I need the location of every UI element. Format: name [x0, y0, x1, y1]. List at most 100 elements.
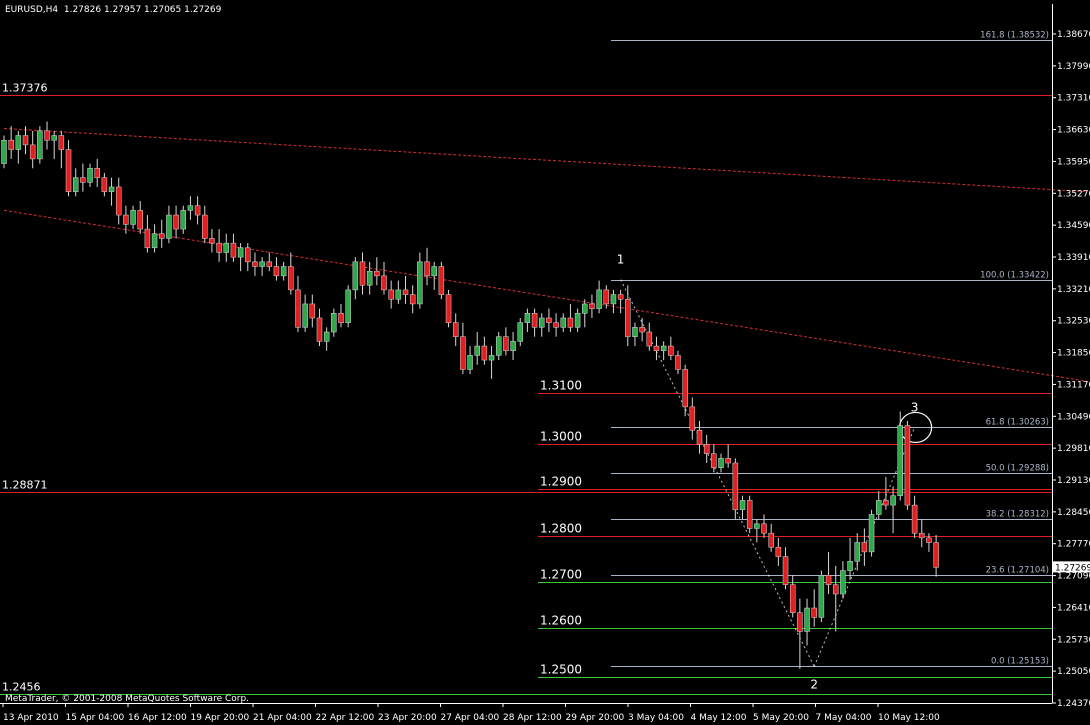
candle-body	[481, 345, 488, 361]
candle-body	[531, 313, 538, 328]
candle-body	[252, 261, 258, 267]
y-tick-label: 1.26410	[1057, 603, 1090, 613]
y-tick-label: 1.33210	[1057, 285, 1090, 295]
candle-body	[381, 275, 387, 291]
x-tick-label: 5 May 20:00	[753, 713, 809, 723]
candle-body	[452, 322, 459, 337]
candle-body	[539, 317, 545, 328]
fib-label: 100.0 (1.33422)	[980, 271, 1049, 281]
candle-body	[15, 135, 22, 150]
candle-body	[467, 355, 473, 370]
candle-body	[58, 135, 65, 150]
candle-body	[603, 289, 610, 305]
candle-body	[646, 331, 653, 347]
fib-label: 38.2 (1.28312)	[986, 510, 1049, 520]
candle-body	[610, 294, 617, 305]
candle-body	[130, 210, 136, 225]
level-label: 1.2900	[540, 475, 582, 489]
candle-body	[309, 303, 316, 319]
fib-label: 61.8 (1.30263)	[986, 418, 1049, 428]
y-tick-label: 1.25050	[1057, 667, 1090, 677]
candle-body	[295, 289, 301, 328]
candle-body	[202, 214, 208, 239]
candle-body	[108, 186, 115, 192]
candle-body	[897, 425, 903, 497]
candle-body	[811, 607, 817, 618]
candle-body	[739, 500, 746, 511]
fib-label: 23.6 (1.27104)	[986, 566, 1049, 576]
y-tick-label: 1.32530	[1057, 317, 1090, 327]
candle-body	[409, 294, 416, 305]
x-tick-label: 19 Apr 20:00	[191, 713, 250, 723]
candle-body	[574, 313, 581, 328]
candle-body	[323, 331, 330, 342]
y-tick-label: 1.27770	[1057, 540, 1090, 550]
candle-body	[883, 500, 889, 506]
open-price: 1.27826	[63, 5, 102, 15]
candle-body	[825, 575, 832, 585]
candle-body	[431, 266, 437, 277]
level-label: 1.2800	[540, 522, 582, 536]
x-tick-label: 3 May 04:00	[628, 713, 684, 723]
y-tick-label: 1.25730	[1057, 635, 1090, 645]
candle-body	[890, 495, 896, 506]
candle-body	[503, 336, 509, 351]
candle-body	[331, 313, 337, 333]
y-tick-label: 1.31850	[1057, 349, 1090, 359]
level-label: 1.2500	[540, 663, 582, 677]
candle-body	[933, 542, 939, 568]
candle-body	[259, 261, 265, 267]
candle-body	[567, 317, 574, 328]
price-chart[interactable]: 1.37376 1.28871 1.2456 1.3100 1.3000 1.2900 1.…	[0, 0, 1090, 725]
candle-body	[245, 247, 251, 263]
fib-label: 161.8 (1.38532)	[980, 31, 1049, 41]
candle-body	[682, 369, 688, 408]
candle-body	[87, 168, 93, 183]
candle-body	[144, 228, 151, 249]
candle-body	[926, 537, 932, 543]
candle-body	[445, 294, 452, 323]
candle-body	[818, 575, 825, 618]
y-tick-label: 1.29130	[1057, 476, 1090, 486]
current-price-label: 1.27269	[1055, 563, 1090, 573]
candle-body	[868, 514, 875, 553]
candle-body	[832, 584, 839, 595]
candle-body	[861, 542, 868, 553]
y-tick-label: 1.36630	[1057, 126, 1090, 136]
candle-body	[553, 322, 559, 328]
candle-body	[582, 303, 588, 314]
candle-body	[166, 214, 172, 239]
candle-body	[123, 214, 129, 225]
candle-body	[65, 149, 72, 192]
candle-body	[237, 247, 244, 258]
candle-body	[617, 294, 624, 300]
x-tick-label: 15 Apr 04:00	[66, 713, 125, 723]
x-tick-label: 27 Apr 04:00	[441, 713, 500, 723]
candle-body	[280, 266, 287, 277]
candle-body	[560, 317, 567, 328]
candle-body	[761, 523, 767, 534]
level-label: 1.37376	[2, 82, 48, 95]
y-tick-label: 1.30490	[1057, 412, 1090, 422]
candle-body	[402, 289, 409, 295]
candle-body	[840, 570, 846, 595]
candle-body	[495, 336, 502, 356]
horizontal-levels: 1.37376 1.28871 1.2456 1.3100 1.3000 1.2900 1.…	[0, 82, 1052, 695]
symbol-info: EURUSD,H4 1.27826 1.27957 1.27065 1.2726…	[5, 5, 221, 15]
high-price: 1.27957	[103, 5, 142, 15]
candle-body	[359, 261, 366, 286]
candle-body	[754, 523, 760, 529]
x-tick-label: 28 Apr 12:00	[503, 713, 562, 723]
candle-body	[151, 233, 158, 249]
candle-body	[366, 270, 373, 286]
y-tick-label: 1.24370	[1057, 699, 1090, 709]
candle-body	[460, 336, 466, 370]
candle-body	[216, 242, 222, 253]
fib-label: 0.0 (1.25153)	[991, 657, 1049, 667]
x-tick-label: 13 Apr 2010	[3, 713, 59, 723]
candle-body	[596, 289, 602, 309]
candle-body	[782, 556, 789, 585]
candle-body	[725, 458, 731, 464]
candle-body	[51, 135, 57, 141]
candle-body	[158, 233, 165, 239]
